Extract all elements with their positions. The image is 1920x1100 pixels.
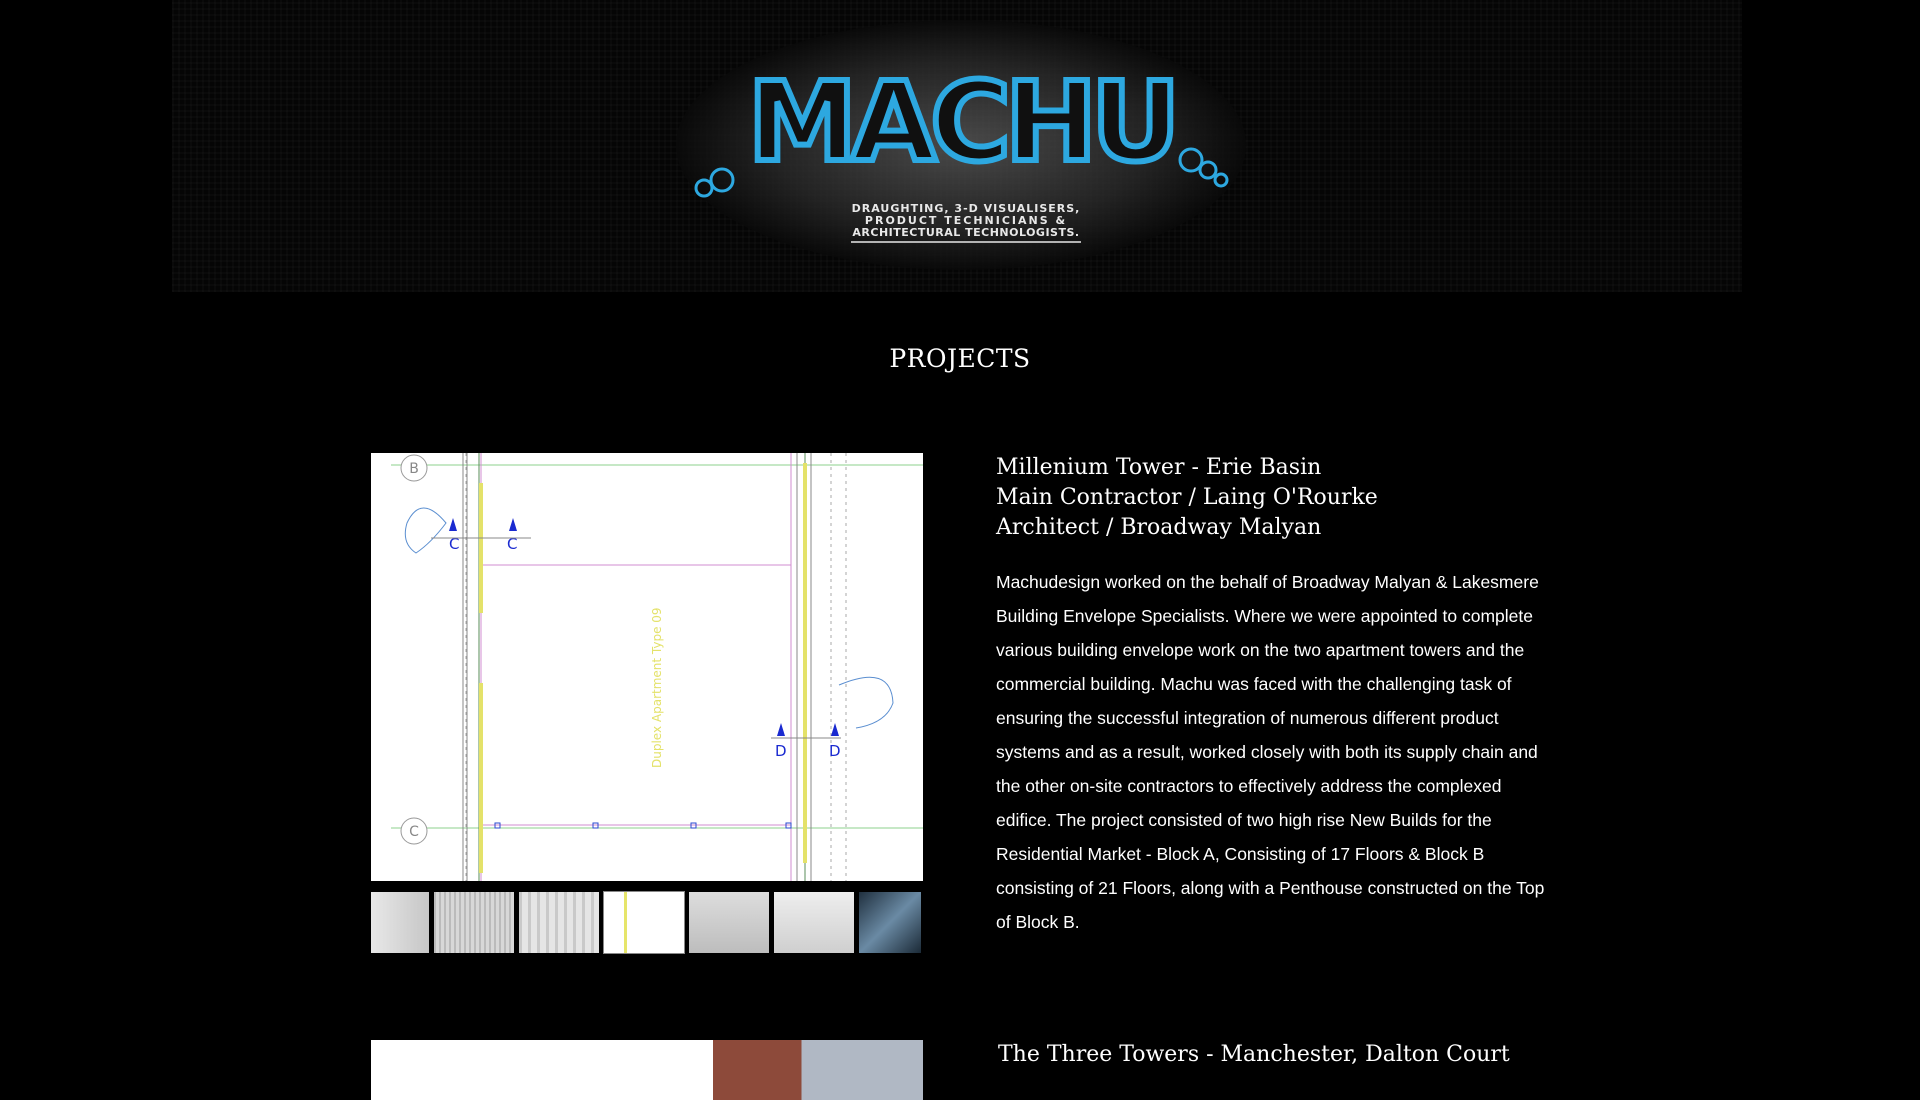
drawing-vertical-note: Duplex Apartment Type 09 — [650, 607, 664, 768]
project-title-line-1: Millenium Tower - Erie Basin — [996, 455, 1322, 480]
project-2-main-image[interactable] — [371, 1040, 923, 1100]
project-main-image[interactable]: B C C C D D Duplex Apartment Type 09 — [371, 453, 923, 881]
thumbnail-4-active[interactable] — [603, 891, 685, 954]
grid-label-b: B — [409, 461, 419, 477]
thumbnail-strip — [371, 891, 923, 954]
thumbnail-7[interactable] — [859, 892, 921, 953]
thumbnail-3[interactable] — [519, 892, 599, 953]
logo-tagline-3: ARCHITECTURAL TECHNOLOGISTS. — [852, 226, 1079, 239]
section-marker-d-left: D — [775, 742, 787, 760]
project-info: Millenium Tower - Erie Basin Main Contra… — [996, 453, 1556, 939]
project-title-line-3: Architect / Broadway Malyan — [996, 515, 1322, 540]
project-2-info: The Three Towers - Manchester, Dalton Co… — [998, 1040, 1558, 1070]
section-title: PROJECTS — [889, 344, 1031, 373]
thumbnail-2[interactable] — [434, 892, 514, 953]
logo-wordmark: MACHU — [748, 58, 1175, 186]
thumbnail-5[interactable] — [689, 892, 769, 953]
project-2-title-line-1: The Three Towers - Manchester, Dalton Co… — [998, 1042, 1510, 1067]
thumbnail-6[interactable] — [774, 892, 854, 953]
project-three-towers: The Three Towers - Manchester, Dalton Co… — [371, 1040, 1551, 1100]
grid-label-c: C — [409, 824, 419, 840]
project-description: Machudesign worked on the behalf of Broa… — [996, 572, 1545, 932]
project-title: Millenium Tower - Erie Basin Main Contra… — [996, 453, 1556, 543]
project-2-title: The Three Towers - Manchester, Dalton Co… — [998, 1040, 1558, 1070]
machu-logo[interactable]: MACHU DRAUGHTING, 3-D VISUALISERS, PRODU… — [676, 20, 1246, 270]
section-marker-d-right: D — [829, 742, 841, 760]
project-title-line-2: Main Contractor / Laing O'Rourke — [996, 485, 1378, 510]
thumbnail-1[interactable] — [371, 892, 429, 953]
project-millenium-tower: B C C C D D Duplex Apartment Type 09 Mil… — [371, 453, 1551, 954]
